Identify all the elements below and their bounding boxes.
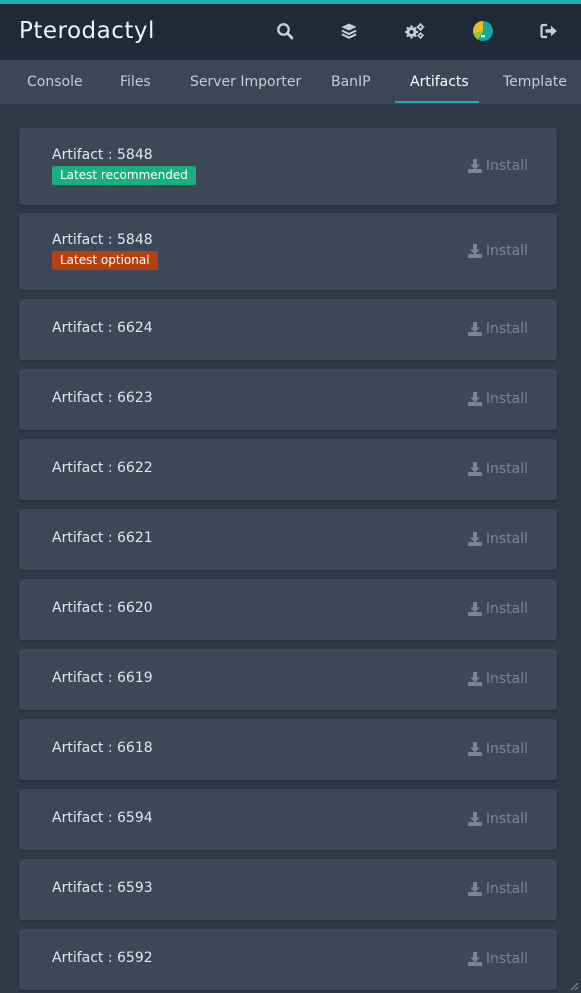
install-button[interactable]: Install <box>467 671 528 687</box>
active-tab-indicator <box>395 101 479 103</box>
server-tabs: Console Files Server Importer BanIP Arti… <box>0 60 581 104</box>
artifact-title: Artifact : 6620 <box>52 600 153 616</box>
install-label: Install <box>485 951 528 967</box>
layers-icon[interactable] <box>337 19 361 43</box>
tab-template[interactable]: Template <box>503 60 567 104</box>
top-navbar: Pterodactyl <box>0 4 581 60</box>
latest-recommended-badge: Latest recommended <box>52 166 196 185</box>
download-icon <box>467 672 482 686</box>
download-icon <box>467 882 482 896</box>
install-button[interactable]: Install <box>467 158 528 174</box>
latest-optional-badge: Latest optional <box>52 251 158 270</box>
install-label: Install <box>485 811 528 827</box>
logout-icon[interactable] <box>537 19 561 43</box>
artifact-card: Artifact : 6593 Install <box>19 859 557 920</box>
artifact-card: Artifact : 6618 Install <box>19 719 557 780</box>
install-button[interactable]: Install <box>467 951 528 967</box>
artifact-card: Artifact : 6594 Install <box>19 789 557 850</box>
artifact-title: Artifact : 6621 <box>52 530 153 546</box>
artifact-title: Artifact : 6594 <box>52 810 153 826</box>
install-button[interactable]: Install <box>467 881 528 897</box>
download-icon <box>467 532 482 546</box>
brand-title[interactable]: Pterodactyl <box>19 18 155 44</box>
artifact-title: Artifact : 5848 <box>52 232 153 248</box>
install-button[interactable]: Install <box>467 531 528 547</box>
install-label: Install <box>485 531 528 547</box>
download-icon <box>467 159 482 173</box>
install-label: Install <box>485 741 528 757</box>
artifact-title: Artifact : 6619 <box>52 670 153 686</box>
download-icon <box>467 322 482 336</box>
artifact-title: Artifact : 6622 <box>52 460 153 476</box>
artifact-card: Artifact : 5848 Latest recommended Insta… <box>19 128 557 205</box>
install-label: Install <box>485 881 528 897</box>
install-label: Install <box>485 391 528 407</box>
download-icon <box>467 392 482 406</box>
tab-server-importer[interactable]: Server Importer <box>190 60 301 104</box>
artifact-card: Artifact : 6592 Install <box>19 929 557 990</box>
tab-banip[interactable]: BanIP <box>331 60 371 104</box>
install-button[interactable]: Install <box>467 811 528 827</box>
install-button[interactable]: Install <box>467 321 528 337</box>
install-button[interactable]: Install <box>467 391 528 407</box>
install-button[interactable]: Install <box>467 741 528 757</box>
install-label: Install <box>485 671 528 687</box>
artifact-card: Artifact : 6623 Install <box>19 369 557 430</box>
download-icon <box>467 244 482 258</box>
tab-console[interactable]: Console <box>27 60 83 104</box>
search-icon[interactable] <box>273 19 297 43</box>
gears-icon[interactable] <box>403 19 427 43</box>
install-label: Install <box>485 601 528 617</box>
download-icon <box>467 602 482 616</box>
artifact-card: Artifact : 6622 Install <box>19 439 557 500</box>
resize-grip-icon[interactable] <box>569 981 579 991</box>
download-icon <box>467 812 482 826</box>
tab-artifacts[interactable]: Artifacts <box>410 60 469 104</box>
artifact-card: Artifact : 6620 Install <box>19 579 557 640</box>
artifact-card: Artifact : 6619 Install <box>19 649 557 710</box>
artifact-title: Artifact : 6624 <box>52 320 153 336</box>
artifact-title: Artifact : 6618 <box>52 740 153 756</box>
artifact-card: Artifact : 6621 Install <box>19 509 557 570</box>
artifact-title: Artifact : 6593 <box>52 880 153 896</box>
install-label: Install <box>485 158 528 174</box>
user-avatar-icon[interactable] <box>471 19 495 43</box>
tab-files[interactable]: Files <box>120 60 151 104</box>
download-icon <box>467 952 482 966</box>
artifact-card: Artifact : 5848 Latest optional Install <box>19 213 557 290</box>
install-button[interactable]: Install <box>467 461 528 477</box>
install-label: Install <box>485 461 528 477</box>
artifact-title: Artifact : 5848 <box>52 147 153 163</box>
artifact-title: Artifact : 6592 <box>52 950 153 966</box>
download-icon <box>467 742 482 756</box>
install-button[interactable]: Install <box>467 243 528 259</box>
install-label: Install <box>485 321 528 337</box>
download-icon <box>467 462 482 476</box>
artifact-title: Artifact : 6623 <box>52 390 153 406</box>
artifact-card: Artifact : 6624 Install <box>19 299 557 360</box>
artifacts-list: Artifact : 5848 Latest recommended Insta… <box>0 104 581 993</box>
install-label: Install <box>485 243 528 259</box>
install-button[interactable]: Install <box>467 601 528 617</box>
